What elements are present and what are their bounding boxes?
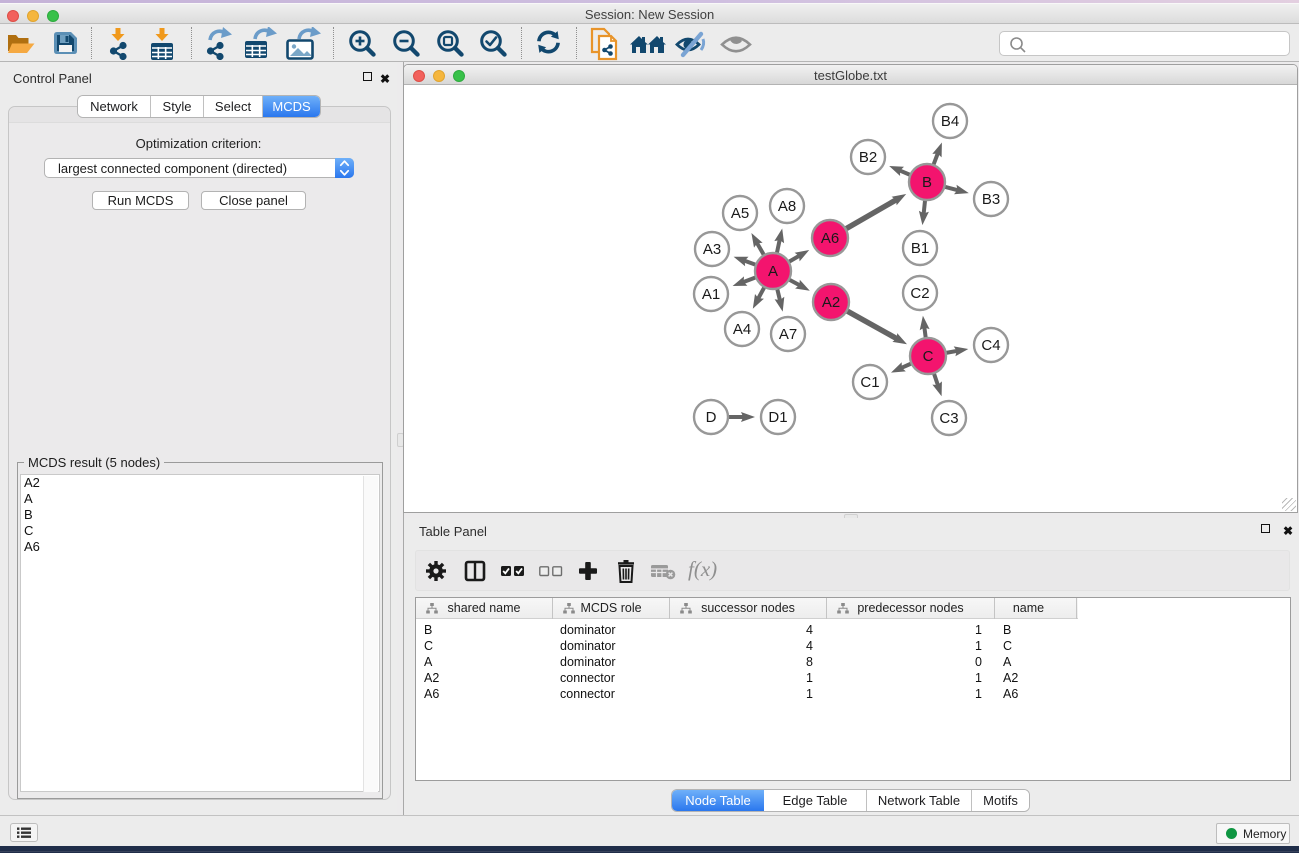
svg-text:A7: A7 [779, 326, 797, 343]
svg-text:A2: A2 [822, 294, 840, 311]
svg-text:A6: A6 [821, 230, 839, 247]
svg-text:B4: B4 [941, 113, 959, 130]
svg-text:D1: D1 [768, 409, 787, 426]
svg-text:A4: A4 [733, 321, 751, 338]
svg-text:B2: B2 [859, 149, 877, 166]
svg-text:C3: C3 [939, 410, 958, 427]
svg-text:C: C [923, 348, 934, 365]
svg-text:D: D [706, 409, 717, 426]
svg-text:C2: C2 [910, 285, 929, 302]
svg-text:A8: A8 [778, 198, 796, 215]
svg-text:C1: C1 [860, 374, 879, 391]
svg-text:B1: B1 [911, 240, 929, 257]
svg-text:A: A [768, 263, 778, 280]
svg-text:B3: B3 [982, 191, 1000, 208]
svg-text:A3: A3 [703, 241, 721, 258]
svg-text:C4: C4 [981, 337, 1000, 354]
svg-text:A1: A1 [702, 286, 720, 303]
svg-text:B: B [922, 174, 932, 191]
svg-text:A5: A5 [731, 205, 749, 222]
